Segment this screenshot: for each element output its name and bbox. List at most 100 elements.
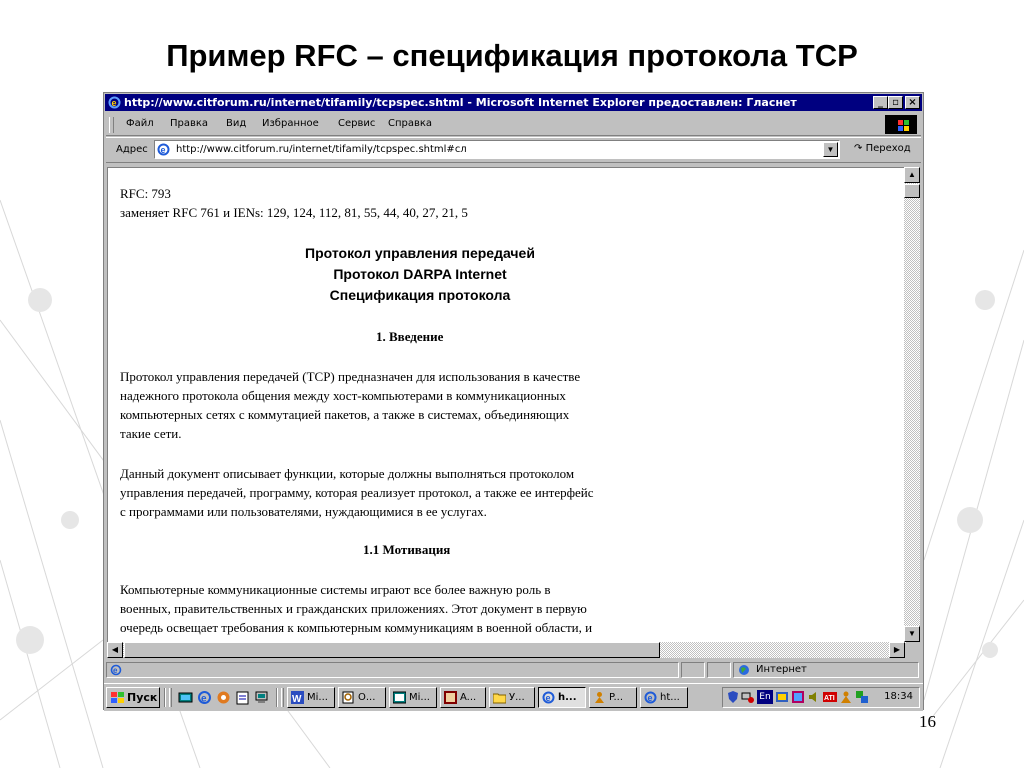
menu-file[interactable]: Файл: [126, 118, 154, 129]
ie-icon: e: [108, 96, 121, 109]
tasks-grip[interactable]: [281, 688, 284, 707]
quicklaunch-grip[interactable]: [169, 688, 172, 707]
ie-icon: e: [644, 691, 657, 704]
task-label: ht...: [660, 692, 680, 703]
app-tray-icon[interactable]: [775, 690, 789, 704]
ati-tray-icon[interactable]: ATI: [823, 690, 837, 704]
paragraph-line: Компьютерные коммуникационные системы иг…: [120, 582, 551, 597]
paragraph-line: такие сети.: [120, 426, 182, 441]
status-zone-panel: Интернет: [733, 662, 919, 678]
menu-view[interactable]: Вид: [226, 118, 246, 129]
address-input[interactable]: e http://www.citforum.ru/internet/tifami…: [154, 140, 840, 159]
task-button[interactable]: У...: [489, 687, 535, 708]
svg-text:e: e: [648, 693, 653, 703]
task-button[interactable]: A...: [440, 687, 486, 708]
address-label: Адрес: [116, 144, 148, 155]
scroll-left-button[interactable]: ◀: [107, 642, 123, 658]
task-label: Mi...: [409, 692, 430, 703]
task-label: О...: [358, 692, 376, 703]
taskbar: Пуск e W Mi... О... Mi... A... У... e h.…: [104, 683, 923, 711]
task-button[interactable]: W Mi...: [287, 687, 335, 708]
menu-edit[interactable]: Правка: [170, 118, 208, 129]
page-content[interactable]: RFC: 793 заменяет RFC 761 и IENs: 129, 1…: [107, 167, 906, 643]
ie-page-icon: e: [157, 143, 170, 156]
windows-logo-icon: [885, 115, 917, 134]
show-desktop-icon[interactable]: [178, 690, 193, 705]
sync-tray-icon[interactable]: [855, 690, 869, 704]
svg-text:ATI: ATI: [824, 695, 835, 702]
rfc-number: RFC: 793: [120, 186, 171, 201]
paragraph-line: компьютерных сетях с коммутацией пакетов…: [120, 407, 570, 422]
start-button[interactable]: Пуск: [106, 687, 160, 708]
network-tray-icon[interactable]: [741, 690, 755, 704]
address-bar: Адрес e http://www.citforum.ru/internet/…: [106, 137, 921, 163]
taskbar-separator: [164, 688, 166, 707]
shield-tray-icon[interactable]: [726, 690, 740, 704]
task-button[interactable]: Mi...: [389, 687, 437, 708]
horizontal-scrollbar[interactable]: ◀ ▶: [107, 642, 905, 658]
scroll-down-button[interactable]: ▼: [904, 626, 920, 642]
go-label: Переход: [865, 143, 911, 154]
paragraph-line: Протокол управления передачей (TCP) пред…: [120, 369, 581, 384]
ie-status-icon: e: [110, 664, 122, 676]
notepad-icon[interactable]: [235, 690, 250, 705]
scroll-right-button[interactable]: ▶: [889, 642, 905, 658]
menu-bar: Файл Правка Вид Избранное Сервис Справка: [106, 114, 921, 136]
task-button[interactable]: e ht...: [640, 687, 688, 708]
svg-text:W: W: [292, 694, 302, 704]
maximize-button[interactable]: ▫: [888, 96, 903, 109]
paragraph-line: очередь освещает требования к компьютерн…: [120, 620, 593, 635]
menu-help[interactable]: Справка: [388, 118, 432, 129]
ie-quicklaunch-icon[interactable]: e: [197, 690, 212, 705]
window-titlebar[interactable]: e http://www.citforum.ru/internet/tifami…: [105, 94, 922, 111]
paragraph-line: надежного протокола общения между хост-к…: [120, 388, 566, 403]
task-label: У...: [509, 692, 525, 703]
scroll-up-button[interactable]: ▲: [904, 167, 920, 183]
svg-text:e: e: [112, 98, 117, 108]
computer-icon[interactable]: [254, 690, 269, 705]
heading-line-3: Спецификация протокола: [329, 287, 511, 303]
volume-icon[interactable]: [807, 690, 821, 704]
toolbar-grip[interactable]: [109, 117, 114, 133]
app-window-icon: [393, 691, 406, 704]
svg-text:e: e: [201, 694, 207, 705]
task-button[interactable]: P...: [589, 687, 637, 708]
clock[interactable]: 18:34: [884, 691, 913, 702]
paragraph-line: управления передачей, программу, которая…: [120, 485, 594, 500]
address-dropdown-button[interactable]: ▼: [823, 142, 838, 157]
close-button[interactable]: ×: [905, 96, 920, 109]
vertical-scroll-thumb[interactable]: [904, 184, 920, 198]
folder-icon: [493, 693, 506, 704]
slide-title: Пример RFC – спецификация протокола TCP: [166, 38, 858, 73]
taskbar-separator: [276, 688, 278, 707]
display-tray-icon[interactable]: [791, 690, 805, 704]
status-bar: e Интернет: [106, 661, 921, 679]
ie-icon: e: [542, 691, 555, 704]
status-panel-2: [707, 662, 731, 678]
menu-tools[interactable]: Сервис: [338, 118, 375, 129]
go-arrow-icon: ↷: [854, 143, 863, 154]
status-panel-1: [681, 662, 705, 678]
network-app-icon[interactable]: [216, 690, 231, 705]
heading-line-1: Протокол управления передачей: [305, 245, 535, 261]
rfc-replaces: заменяет RFC 761 и IENs: 129, 124, 112, …: [120, 205, 468, 220]
task-button[interactable]: О...: [338, 687, 386, 708]
person-icon: [595, 692, 604, 703]
search-doc-icon: [342, 691, 354, 704]
svg-text:e: e: [113, 666, 118, 675]
go-button[interactable]: ↷ Переход: [854, 143, 911, 154]
browser-window: e http://www.citforum.ru/internet/tifami…: [103, 92, 924, 711]
task-label: A...: [460, 692, 477, 703]
person-tray-icon[interactable]: [839, 690, 853, 704]
task-button-active[interactable]: e h...: [538, 687, 586, 708]
heading-line-2: Протокол DARPA Internet: [333, 266, 507, 282]
minimize-button[interactable]: _: [873, 96, 888, 109]
task-label: h...: [558, 692, 577, 703]
vertical-scrollbar[interactable]: ▲ ▼: [904, 167, 920, 642]
word-icon: W: [291, 691, 304, 704]
language-indicator[interactable]: En: [757, 690, 773, 704]
menu-favorites[interactable]: Избранное: [262, 118, 319, 129]
horizontal-scroll-thumb[interactable]: [124, 642, 660, 658]
globe-icon: [739, 665, 749, 675]
task-label: Mi...: [307, 692, 328, 703]
